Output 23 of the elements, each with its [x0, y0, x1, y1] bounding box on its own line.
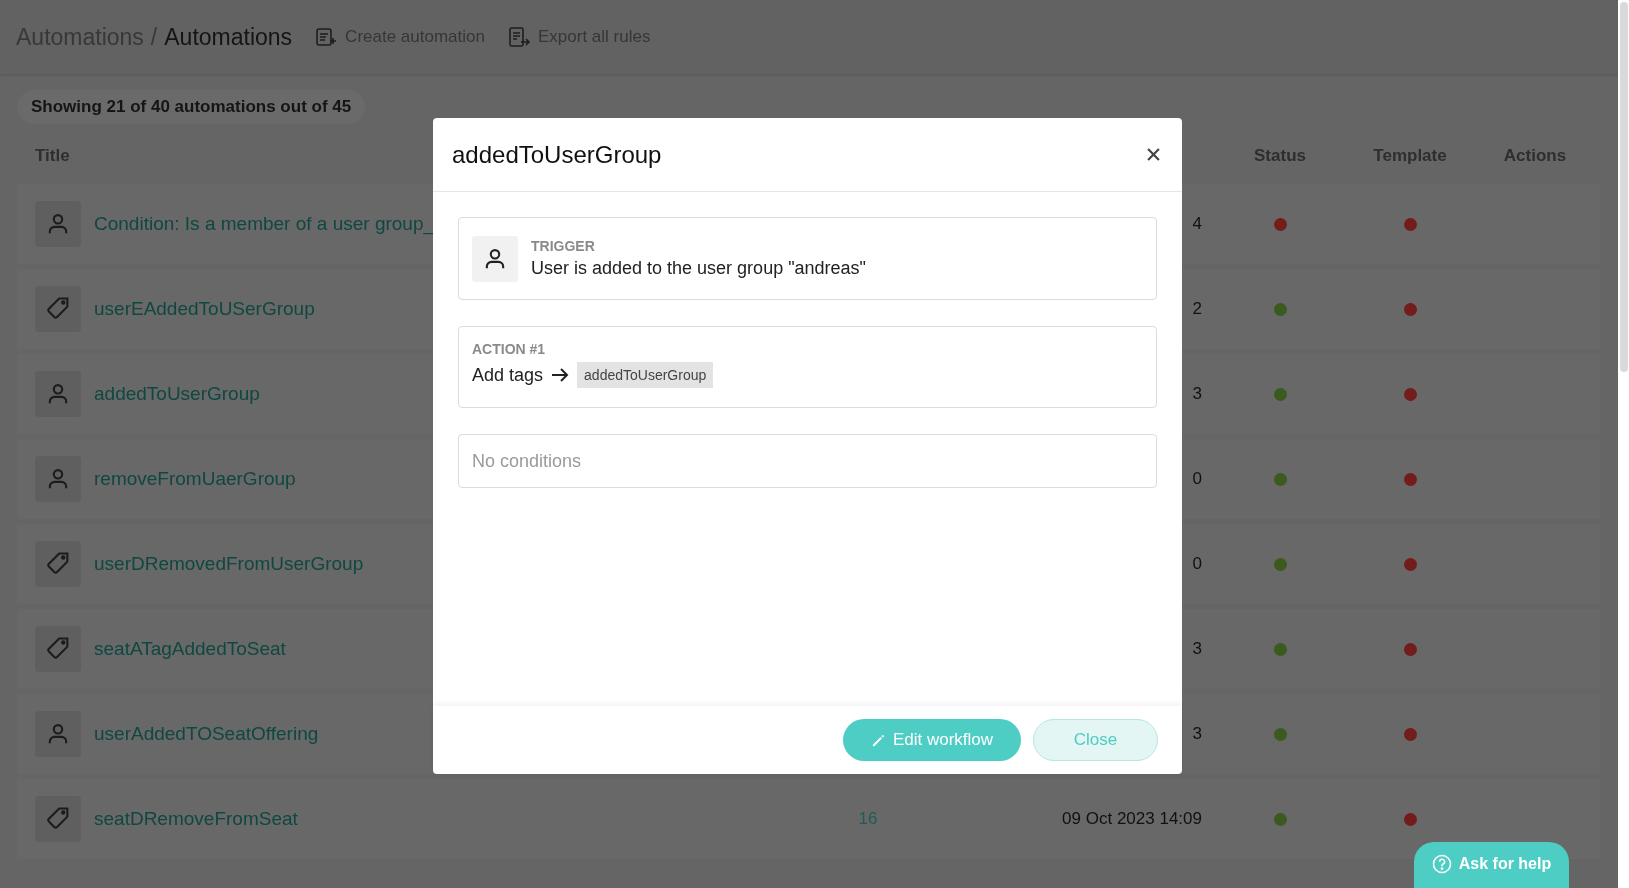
automation-count: Showing 21 of 40 automations out of 45 [17, 90, 366, 124]
dialog-title: addedToUserGroup [452, 140, 662, 169]
empty-conditions-text: No conditions [472, 450, 582, 472]
date-text: 3 [1192, 724, 1202, 743]
action-text: Add tags [472, 364, 544, 386]
date-text: 3 [1192, 384, 1202, 403]
run-count: 16 [858, 809, 878, 828]
page-title: Automations [164, 23, 293, 51]
tag-chip: addedToUserGroup [577, 362, 714, 388]
date-text: 3 [1192, 639, 1202, 658]
trigger-label: TRIGGER [531, 238, 596, 254]
date-text: 2 [1192, 299, 1202, 318]
date-text: 0 [1192, 554, 1202, 573]
trigger-text: User is added to the user group "andreas" [531, 258, 866, 279]
column-header: Title [35, 146, 70, 166]
column-header: Template [1373, 146, 1447, 166]
action-label: ACTION #1 [472, 341, 547, 357]
column-header: Actions [1503, 146, 1567, 166]
date-text: 4 [1192, 214, 1202, 233]
date-text: 0 [1192, 469, 1202, 488]
date-text: 09 Oct 2023 14:09 [1062, 809, 1202, 828]
breadcrumb-separator: / [150, 23, 158, 51]
column-header: Status [1254, 146, 1306, 166]
